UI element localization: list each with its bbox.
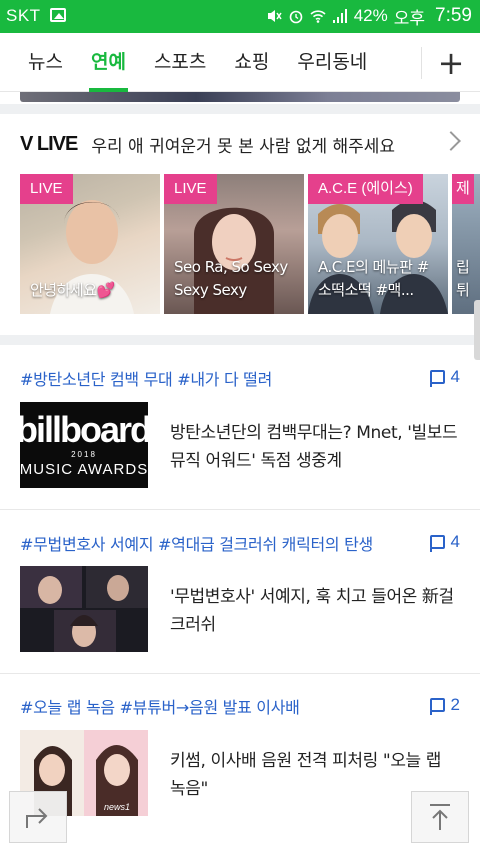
vlive-logo: V LIVE <box>20 132 78 155</box>
section-separator <box>0 335 480 345</box>
ampm-label: 오후 <box>393 8 426 28</box>
thumb-logo-line1: billboard <box>20 409 148 450</box>
mute-icon <box>267 10 282 22</box>
scroll-to-top-button[interactable] <box>411 791 469 843</box>
news-divider <box>0 509 480 510</box>
hero-image-remnant[interactable] <box>20 92 460 102</box>
comment-count[interactable]: 4 <box>429 367 460 387</box>
category-tab-bar: 뉴스 연예 스포츠 쇼핑 우리동네 + <box>0 33 480 92</box>
vlive-header[interactable]: V LIVE 우리 애 귀여운거 못 본 사람 없게 해주세요 <box>20 128 395 160</box>
news-divider <box>0 673 480 674</box>
alarm-icon <box>289 10 303 24</box>
carrier-label: SKT <box>6 6 41 25</box>
comment-count[interactable]: 2 <box>429 695 460 715</box>
vlive-card-caption: Seo Ra, So Sexy Sexy Sexy <box>174 258 288 299</box>
tab-sports[interactable]: 스포츠 <box>140 33 220 92</box>
comment-icon <box>429 698 445 715</box>
clock: 7:59 <box>435 5 472 26</box>
share-icon <box>26 808 48 828</box>
channel-badge: 제 <box>452 174 474 204</box>
thumb-logo-line2: 2018 <box>71 450 97 459</box>
arrow-up-icon <box>430 804 450 830</box>
vlive-card-caption: A.C.E의 메뉴판 # 소떡소떡 #맥... <box>318 258 429 299</box>
live-badge: LIVE <box>20 174 73 204</box>
scrollbar[interactable] <box>474 300 480 360</box>
vlive-card[interactable]: A.C.E (에이스) A.C.E의 메뉴판 # 소떡소떡 #맥... <box>308 174 448 314</box>
news-tags[interactable]: #오늘 랩 녹음 #뷰튜버→음원 발표 이사배 <box>20 694 300 718</box>
vlive-card[interactable]: 제 립 튀 <box>452 174 480 314</box>
comment-count[interactable]: 4 <box>429 532 460 552</box>
vlive-card-caption: 립 튀 <box>456 258 470 299</box>
share-button[interactable] <box>9 791 67 843</box>
news-title[interactable]: 방탄소년단의 컴백무대는? Mnet, '빌보드 뮤직 어워드' 독점 생중계 <box>170 419 460 475</box>
comment-count-value: 4 <box>450 532 460 551</box>
billboard-logo: billboard 2018 MUSIC AWARDS <box>20 409 148 478</box>
wifi-icon <box>310 10 326 23</box>
vlive-card[interactable]: LIVE Seo Ra, So Sexy Sexy Sexy <box>164 174 304 314</box>
channel-badge: A.C.E (에이스) <box>308 174 423 204</box>
news-thumbnail[interactable] <box>20 566 148 652</box>
comment-count-value: 4 <box>450 367 460 386</box>
section-separator <box>0 104 480 114</box>
tab-strip: 뉴스 연예 스포츠 쇼핑 우리동네 <box>0 33 420 92</box>
tab-news[interactable]: 뉴스 <box>0 33 77 92</box>
status-bar: SKT 42% 오후 7:59 <box>0 0 480 33</box>
battery-percent: 42% <box>353 6 388 25</box>
comment-icon <box>429 535 445 552</box>
vlive-card[interactable]: LIVE 안녕하세요💕 <box>20 174 160 314</box>
tab-neighborhood[interactable]: 우리동네 <box>283 33 381 92</box>
news-thumbnail[interactable]: billboard 2018 MUSIC AWARDS <box>20 402 148 488</box>
signal-icon <box>332 9 347 23</box>
vlive-title: 우리 애 귀여운거 못 본 사람 없게 해주세요 <box>91 136 396 157</box>
status-right-group: 42% 오후 7:59 <box>266 5 472 28</box>
tab-entertainment[interactable]: 연예 <box>77 33 140 92</box>
comment-count-value: 2 <box>450 695 460 714</box>
live-badge: LIVE <box>164 174 217 204</box>
news-tags[interactable]: #무법변호사 서예지 #역대급 걸크러쉬 캐릭터의 탄생 <box>20 531 373 555</box>
plus-icon[interactable]: + <box>422 33 480 92</box>
chevron-right-icon[interactable] <box>441 131 461 151</box>
news-tags[interactable]: #방탄소년단 컴백 무대 #내가 다 떨려 <box>20 366 272 390</box>
vlive-card-caption: 안녕하세요💕 <box>30 281 115 299</box>
gallery-notification-icon <box>50 8 66 22</box>
comment-icon <box>429 370 445 387</box>
thumb-logo-line3: MUSIC AWARDS <box>20 461 148 478</box>
thumb-watermark: news1 <box>104 802 130 812</box>
vlive-card-carousel[interactable]: LIVE 안녕하세요💕 LIVE Seo Ra, So Sexy Sexy Se… <box>20 174 480 314</box>
news-title[interactable]: '무법변호사' 서예지, 훅 치고 들어온 新걸크러쉬 <box>170 583 460 639</box>
tab-shopping[interactable]: 쇼핑 <box>220 33 283 92</box>
